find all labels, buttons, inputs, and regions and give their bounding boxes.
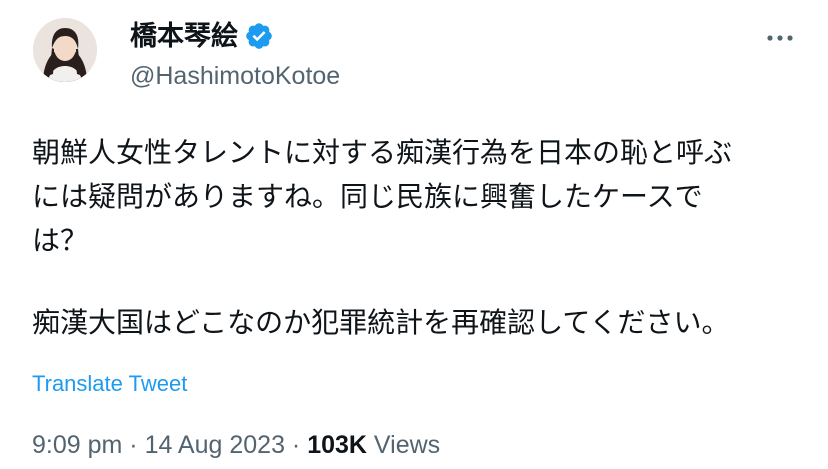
views-label: Views — [373, 431, 441, 459]
tweet-line: には疑問がありますね。同じ民族に興奮したケースで — [32, 181, 703, 212]
verified-badge-icon[interactable] — [244, 21, 274, 51]
author-name-row[interactable]: 橋本琴絵 — [130, 18, 274, 54]
tweet-time[interactable]: 9:09 pm — [32, 431, 122, 459]
tweet-line: 朝鮮人女性タレントに対する痴漢行為を日本の恥と呼ぶ — [32, 137, 733, 168]
tweet-text: 朝鮮人女性タレントに対する痴漢行為を日本の恥と呼ぶ には疑問がありますね。同じ民… — [32, 131, 802, 345]
translate-tweet-link[interactable]: Translate Tweet — [32, 369, 187, 399]
avatar[interactable] — [33, 18, 97, 82]
author-handle[interactable]: @HashimotoKotoe — [130, 59, 340, 93]
tweet-date[interactable]: 14 Aug 2023 — [145, 431, 285, 459]
avatar-image — [33, 18, 97, 82]
views-count: 103K — [307, 431, 367, 459]
tweet-line: 痴漢大国はどこなのか犯罪統計を再確認してください。 — [32, 307, 730, 338]
more-horizontal-icon[interactable] — [762, 26, 798, 50]
tweet-line: は？ — [32, 225, 89, 256]
meta-separator: · — [284, 431, 308, 459]
tweet-meta: 9:09 pm · 14 Aug 2023 · 103K Views — [32, 428, 440, 462]
author-display-name[interactable]: 橋本琴絵 — [130, 18, 238, 54]
meta-separator: · — [122, 431, 145, 459]
